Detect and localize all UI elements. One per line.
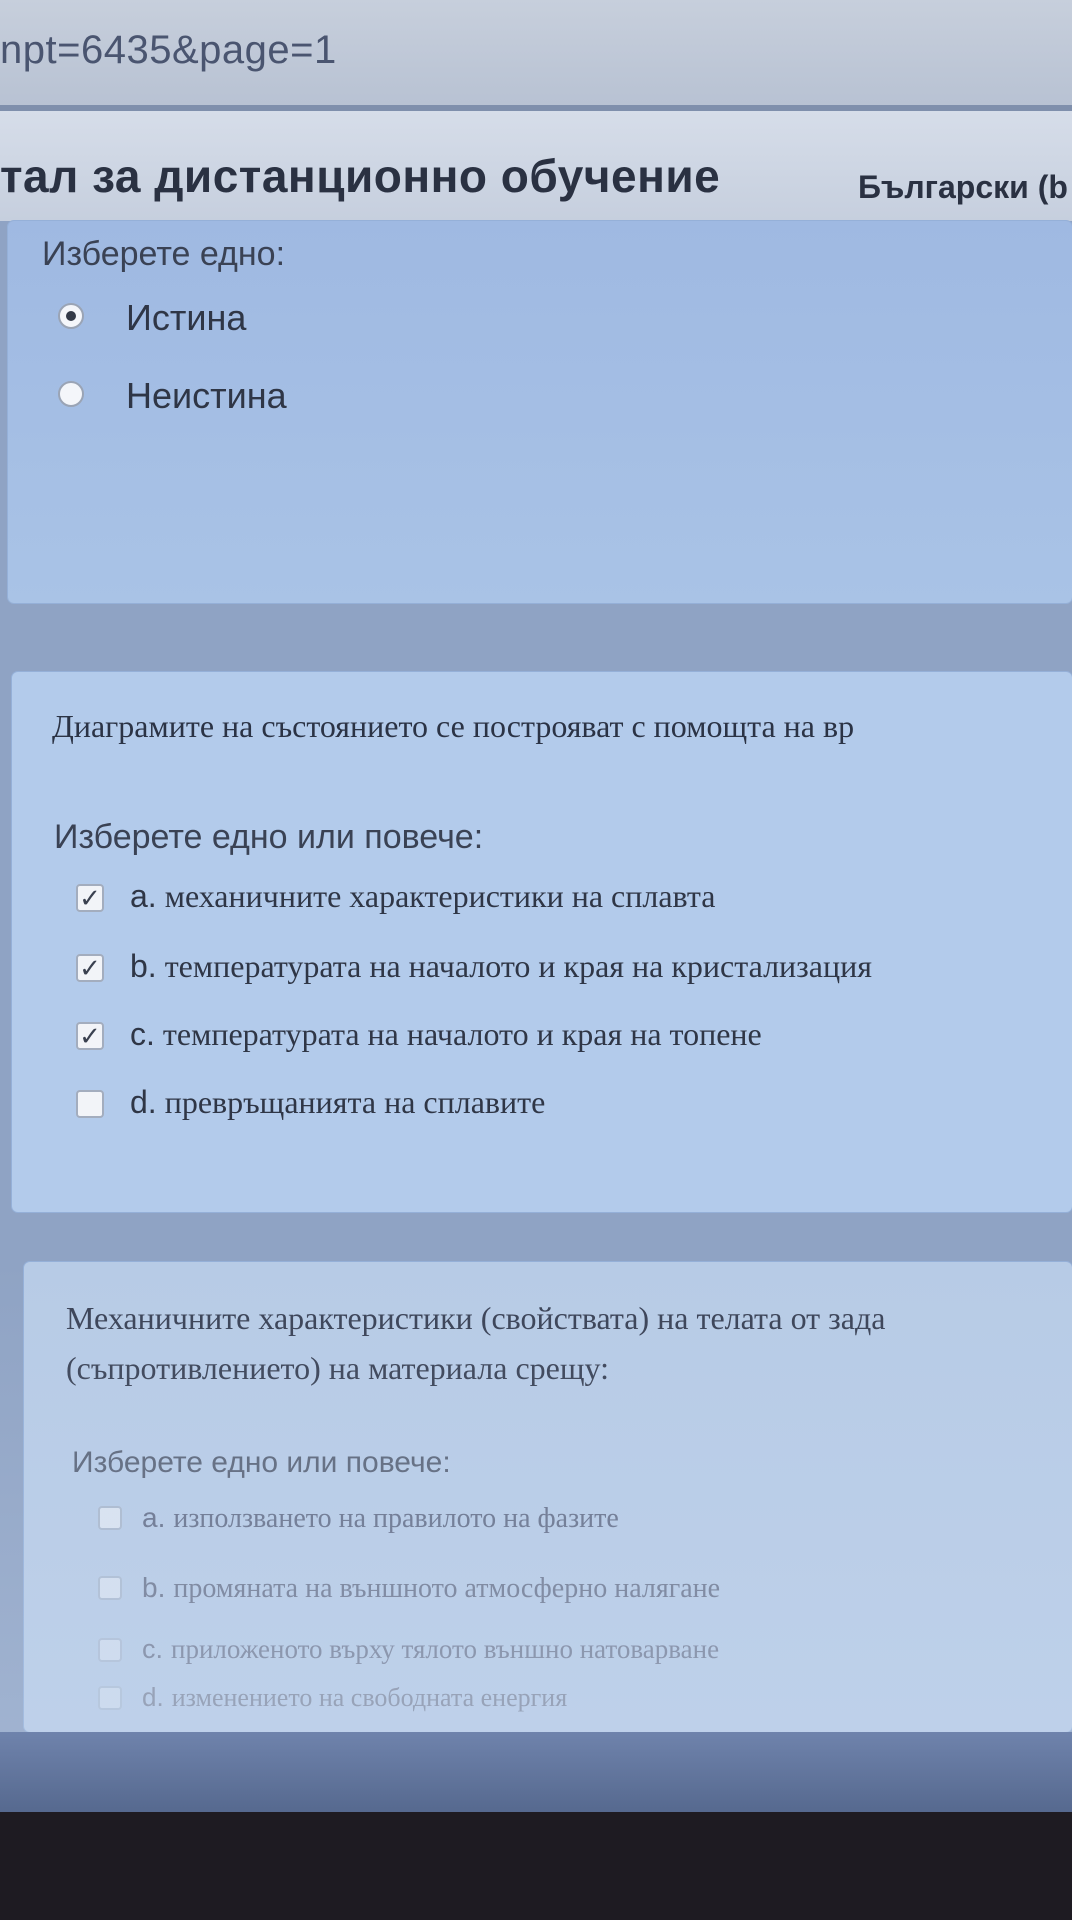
option-letter: b. (142, 1572, 166, 1603)
option-letter: a. (130, 878, 157, 914)
question-card-1: Изберете едно: Истина Неистина (8, 221, 1072, 603)
checkbox[interactable] (76, 1090, 104, 1118)
option-label: превръщанията на сплавите (164, 1084, 546, 1120)
question-text-line-2: (съпротивлението) на материала срещу: (66, 1350, 609, 1386)
option-label: промяната на външното атмосферно наляган… (173, 1573, 721, 1604)
question-prompt: Изберете едно или повече: (54, 818, 484, 856)
checkbox-checked[interactable]: ✓ (76, 884, 104, 912)
option-letter: c. (142, 1634, 164, 1664)
radio-button[interactable] (58, 381, 84, 407)
option-label: температурата на началото и края на топе… (162, 1016, 762, 1052)
site-title[interactable]: тал за дистанционно обучение (0, 149, 720, 203)
option-label: механичните характеристики на сплавта (164, 878, 716, 914)
checkbox[interactable] (98, 1576, 122, 1600)
site-header: тал за дистанционно обучение Български (… (0, 111, 1072, 221)
checkbox[interactable] (98, 1638, 122, 1662)
checkbox-checked[interactable]: ✓ (76, 954, 104, 982)
url-text[interactable]: npt=6435&page=1 (0, 28, 337, 73)
option-label: приложеното върху тялото външно натоварв… (171, 1634, 720, 1664)
option-label: изменението на свободната енергия (171, 1683, 568, 1712)
option-label: Истина (126, 297, 247, 338)
monitor-bezel (0, 1812, 1072, 1920)
option-label: използването на правилото на фазите (173, 1503, 619, 1534)
option-label: Неистина (126, 375, 287, 416)
option-letter: c. (130, 1016, 155, 1052)
option-letter: a. (142, 1502, 166, 1533)
option-letter: d. (142, 1682, 164, 1712)
option-letter: d. (130, 1084, 157, 1120)
language-menu[interactable]: Български (b (858, 169, 1068, 206)
option-label: температурата на началото и края на крис… (164, 948, 872, 984)
question-card-2: Диаграмите на състоянието се построяват … (12, 672, 1072, 1212)
question-prompt: Изберете едно или повече: (72, 1446, 451, 1479)
question-prompt: Изберете едно: (42, 235, 286, 273)
question-card-3: Механичните характеристики (свойствата) … (24, 1262, 1072, 1732)
browser-address-bar[interactable]: npt=6435&page=1 (0, 0, 1072, 111)
question-text: Диаграмите на състоянието се построяват … (52, 708, 855, 744)
page-footer-bar (0, 1732, 1072, 1812)
checkbox[interactable] (98, 1686, 122, 1710)
screen: npt=6435&page=1 тал за дистанционно обуч… (0, 0, 1072, 1920)
question-text-line-1: Механичните характеристики (свойствата) … (66, 1300, 886, 1336)
radio-button-checked[interactable] (58, 303, 84, 329)
checkbox[interactable] (98, 1506, 122, 1530)
option-letter: b. (130, 948, 157, 984)
checkbox-checked[interactable]: ✓ (76, 1022, 104, 1050)
